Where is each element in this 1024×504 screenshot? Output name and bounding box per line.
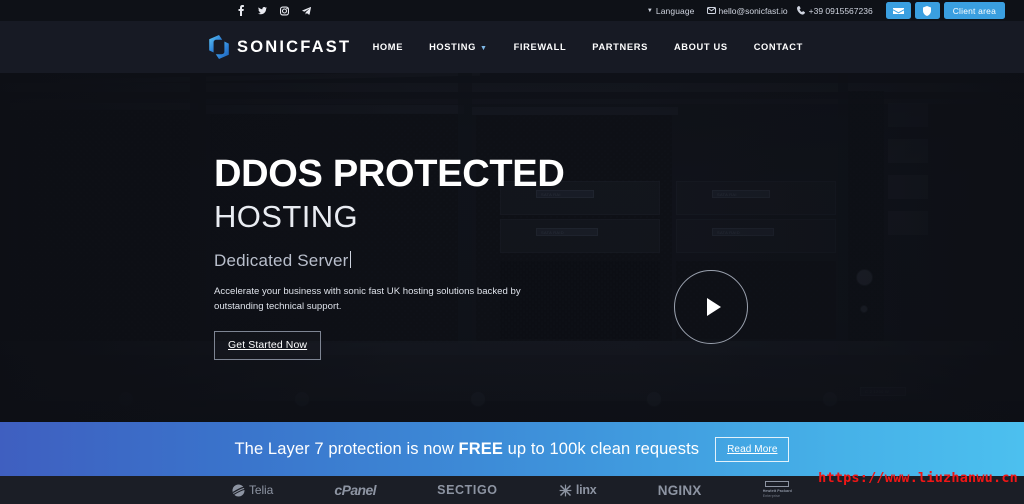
- banner-text-after: up to 100k clean requests: [502, 439, 700, 458]
- top-bar-right: ▼ Language hello@sonicfast.io +39 091556…: [647, 0, 1005, 21]
- cpanel-logo[interactable]: cPanel: [334, 482, 376, 498]
- telia-mark-icon: [232, 484, 245, 496]
- nginx-label: NGINX: [657, 482, 702, 498]
- email-text: hello@sonicfast.io: [718, 5, 788, 16]
- client-area-label: Client area: [952, 5, 996, 16]
- chevron-down-icon: ▼: [646, 7, 653, 14]
- page-root: ▼ Language hello@sonicfast.io +39 091556…: [0, 0, 1024, 504]
- nginx-logo[interactable]: NGINX: [658, 483, 702, 498]
- mail-button[interactable]: [885, 2, 911, 19]
- play-video-button[interactable]: [674, 270, 748, 344]
- logo-wordmark: SONICFAST: [237, 37, 352, 56]
- language-selector[interactable]: ▼ Language: [647, 6, 695, 16]
- read-more-button[interactable]: Read More: [715, 436, 790, 462]
- nav-label: PARTNERS: [592, 42, 648, 52]
- support-button[interactable]: [914, 2, 940, 19]
- site-logo[interactable]: SONICFAST: [208, 35, 351, 59]
- telia-label: Telia: [249, 483, 274, 497]
- hero-heading-bold: DDOS PROTECTED: [214, 153, 565, 195]
- nav-menu: HOME HOSTING ▼ FIREWALL PARTNERS ABOUT U…: [360, 42, 816, 52]
- nav-item-partners[interactable]: PARTNERS: [579, 42, 661, 52]
- banner-text-bold: FREE: [458, 439, 503, 458]
- nav-label: FIREWALL: [513, 42, 567, 52]
- get-started-button[interactable]: Get Started Now: [214, 331, 322, 361]
- hpe-logo[interactable]: Hewlett Packard Enterprise: [763, 481, 792, 499]
- hero-typed-text: Dedicated Server: [214, 250, 349, 270]
- linx-label: linx: [575, 483, 597, 497]
- client-area-button[interactable]: Client area: [943, 2, 1005, 19]
- hpe-label-sub: Enterprise: [762, 494, 781, 498]
- promo-banner: The Layer 7 protection is now FREE up to…: [0, 422, 1024, 476]
- cpanel-label: cPanel: [334, 482, 376, 498]
- hero-section: SATA RAI SATA RAID SATA RAI SATA RAID: [0, 73, 1024, 422]
- linx-mark-icon: [559, 484, 572, 496]
- main-navigation-bar: SONICFAST HOME HOSTING ▼ FIREWALL PARTNE…: [0, 21, 1024, 73]
- hero-description: Accelerate your business with sonic fast…: [214, 285, 521, 313]
- hero-typed-text-wrap: Dedicated Server: [214, 249, 634, 271]
- nav-item-about-us[interactable]: ABOUT US: [661, 42, 741, 52]
- social-links: [236, 0, 311, 21]
- hero-content: DDOS PROTECTED HOSTING Dedicated Server …: [214, 153, 634, 361]
- play-icon: [706, 298, 721, 316]
- linx-logo[interactable]: linx: [559, 483, 597, 497]
- sectigo-logo[interactable]: SECTIGO: [437, 483, 497, 497]
- email-contact[interactable]: hello@sonicfast.io: [706, 5, 788, 16]
- shield-icon: [923, 5, 932, 16]
- sonicfast-logo-icon: [209, 35, 229, 59]
- nav-item-contact[interactable]: CONTACT: [741, 42, 816, 52]
- top-bar: ▼ Language hello@sonicfast.io +39 091556…: [0, 0, 1024, 21]
- nav-label: ABOUT US: [673, 42, 728, 52]
- mail-icon: [892, 7, 904, 14]
- envelope-icon: [706, 6, 716, 15]
- hpe-label: Hewlett Packard Enterprise: [763, 489, 792, 499]
- nav-item-hosting[interactable]: HOSTING ▼: [416, 42, 501, 52]
- instagram-icon[interactable]: [280, 5, 289, 16]
- sectigo-label: SECTIGO: [437, 483, 498, 497]
- telegram-icon[interactable]: [302, 5, 311, 16]
- typing-cursor: [349, 250, 352, 268]
- hero-heading-light: HOSTING: [214, 198, 359, 234]
- telia-logo[interactable]: Telia: [232, 483, 273, 497]
- chevron-down-icon: ▼: [479, 44, 488, 52]
- phone-text: +39 0915567236: [808, 5, 873, 16]
- nav-label: HOME: [372, 42, 404, 52]
- phone-icon: [797, 6, 806, 15]
- banner-text-before: The Layer 7 protection is now: [234, 439, 459, 458]
- watermark-text: https://www.liuzhanwu.cn: [818, 470, 1018, 486]
- nav-label: HOSTING: [429, 42, 476, 52]
- nav-item-home[interactable]: HOME: [360, 42, 417, 52]
- twitter-icon[interactable]: [258, 5, 267, 16]
- phone-contact[interactable]: +39 0915567236: [797, 6, 873, 16]
- language-label: Language: [655, 5, 695, 16]
- facebook-icon[interactable]: [236, 5, 245, 16]
- partner-logos-list: Telia cPanel SECTIGO linx NGINX Hewlett …: [232, 476, 792, 504]
- promo-banner-text: The Layer 7 protection is now FREE up to…: [235, 440, 700, 459]
- nav-item-firewall[interactable]: FIREWALL: [501, 42, 580, 52]
- hpe-mark-icon: [765, 481, 790, 488]
- nav-label: CONTACT: [753, 42, 803, 52]
